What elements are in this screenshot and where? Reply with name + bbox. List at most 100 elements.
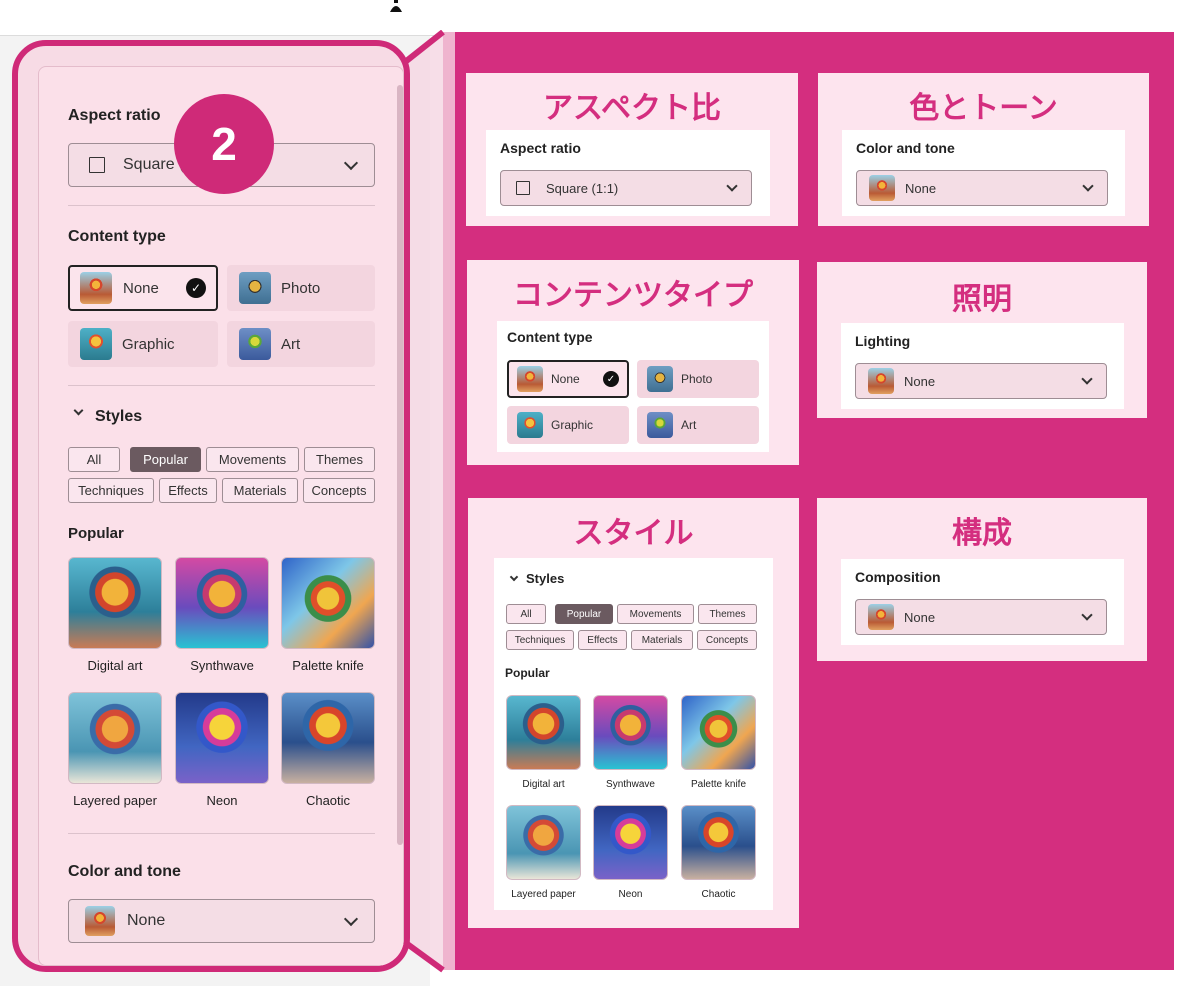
content-type-art-label: Art [681,418,697,432]
balloon-thumbnail-icon [869,175,895,201]
color-tone-select[interactable]: None [856,170,1108,206]
content-type-art[interactable]: Art [637,406,759,444]
chip-effects[interactable]: Effects [578,630,627,650]
lighting-label: Lighting [855,333,911,349]
card-body: Color and tone None [842,130,1125,216]
style-thumb-neon[interactable] [593,805,668,880]
chevron-down-icon [1081,609,1093,621]
card-lighting: 照明 Lighting None [817,262,1147,418]
content-type-graphic-label: Graphic [551,418,594,432]
card-color-tone: 色とトーン Color and tone None [818,73,1149,226]
balloon-thumbnail-icon [868,368,894,394]
chip-all[interactable]: All [506,604,546,624]
style-caption: Synthwave [606,779,655,790]
content-type-photo[interactable]: Photo [227,265,375,311]
composition-label: Composition [855,569,941,585]
composition-value: None [904,609,936,625]
chip-themes[interactable]: Themes [698,604,757,624]
chevron-down-icon [726,180,738,192]
balloon-thumbnail-icon [647,366,673,392]
divider [68,385,375,386]
content-type-none[interactable]: None ✓ [68,265,218,311]
chip-concepts[interactable]: Concepts [303,478,375,503]
checkbox-square-icon [89,157,105,173]
style-thumb-layered-paper[interactable] [68,692,162,784]
content-type-label: Content type [68,228,166,245]
content-type-art-label: Art [281,335,301,353]
check-circle-icon: ✓ [603,371,619,387]
color-tone-label: Color and tone [856,140,955,156]
checkbox-square-icon [516,181,530,195]
chevron-down-icon [343,911,359,927]
content-type-graphic[interactable]: Graphic [507,406,629,444]
chevron-collapse-icon[interactable] [509,572,519,582]
aspect-ratio-label: Aspect ratio [500,140,581,156]
content-type-graphic[interactable]: Graphic [68,321,218,367]
style-caption: Chaotic [701,889,736,900]
balloon-thumbnail-icon [80,272,112,304]
settings-panel: Aspect ratio Square ( Content type None … [38,66,404,966]
balloon-thumbnail-icon [647,412,673,438]
style-caption: Chaotic [305,793,351,808]
person-icon [390,0,402,12]
style-caption: Synthwave [190,658,254,673]
content-type-art[interactable]: Art [227,321,375,367]
style-caption: Neon [618,889,643,900]
styles-label[interactable]: Styles [95,408,142,426]
style-thumb-neon[interactable] [175,692,269,784]
style-thumb-synthwave[interactable] [593,695,668,770]
aspect-ratio-value: Square ( [123,156,185,173]
style-thumb-layered-paper[interactable] [506,805,581,880]
color-tone-select[interactable]: None [68,899,375,943]
chip-movements[interactable]: Movements [617,604,694,624]
popular-section-label: Popular [68,525,124,542]
chip-popular[interactable]: Popular [130,447,201,472]
check-circle-icon: ✓ [186,278,206,298]
chip-techniques[interactable]: Techniques [68,478,154,503]
styles-label[interactable]: Styles [526,571,564,586]
popular-section-label: Popular [505,666,550,680]
chip-themes[interactable]: Themes [304,447,375,472]
card-composition: 構成 Composition None [817,498,1147,661]
style-thumb-digital-art[interactable] [68,557,162,649]
style-thumb-chaotic[interactable] [681,805,756,880]
chip-concepts[interactable]: Concepts [697,630,757,650]
scrollbar[interactable] [397,85,403,845]
lighting-select[interactable]: None [855,363,1107,399]
style-caption: Layered paper [511,889,576,900]
card-aspect-ratio: アスペクト比 Aspect ratio Square (1:1) [466,73,798,226]
style-caption: Digital art [87,658,143,673]
card-content-type: コンテンツタイプ Content type None ✓ Photo Graph… [467,260,799,465]
chip-movements[interactable]: Movements [206,447,299,472]
color-tone-label: Color and tone [68,863,181,880]
card-title: コンテンツタイプ [513,278,753,313]
balloon-thumbnail-icon [80,328,112,360]
style-caption: Palette knife [690,779,747,790]
aspect-ratio-label: Aspect ratio [68,107,161,124]
chip-materials[interactable]: Materials [631,630,693,650]
style-caption: Digital art [522,779,565,790]
chip-materials[interactable]: Materials [222,478,298,503]
composition-select[interactable]: None [855,599,1107,635]
style-thumb-chaotic[interactable] [281,692,375,784]
chevron-collapse-icon[interactable] [73,405,84,416]
balloon-thumbnail-icon [239,328,271,360]
content-type-graphic-label: Graphic [122,335,175,353]
content-type-none-label: None [123,279,159,297]
style-thumb-palette-knife[interactable] [681,695,756,770]
chip-effects[interactable]: Effects [159,478,217,503]
style-thumb-digital-art[interactable] [506,695,581,770]
card-title: アスペクト比 [543,91,721,126]
content-type-photo[interactable]: Photo [637,360,759,398]
aspect-ratio-select[interactable]: Square (1:1) [500,170,752,206]
step-badge: 2 [174,94,274,194]
content-type-none[interactable]: None ✓ [507,360,629,398]
chip-techniques[interactable]: Techniques [506,630,574,650]
style-thumb-synthwave[interactable] [175,557,269,649]
chip-all[interactable]: All [68,447,120,472]
chip-popular[interactable]: Popular [555,604,613,624]
card-title: 照明 [952,282,1012,317]
balloon-thumbnail-icon [517,366,543,392]
style-thumb-palette-knife[interactable] [281,557,375,649]
chevron-down-icon [1081,373,1093,385]
